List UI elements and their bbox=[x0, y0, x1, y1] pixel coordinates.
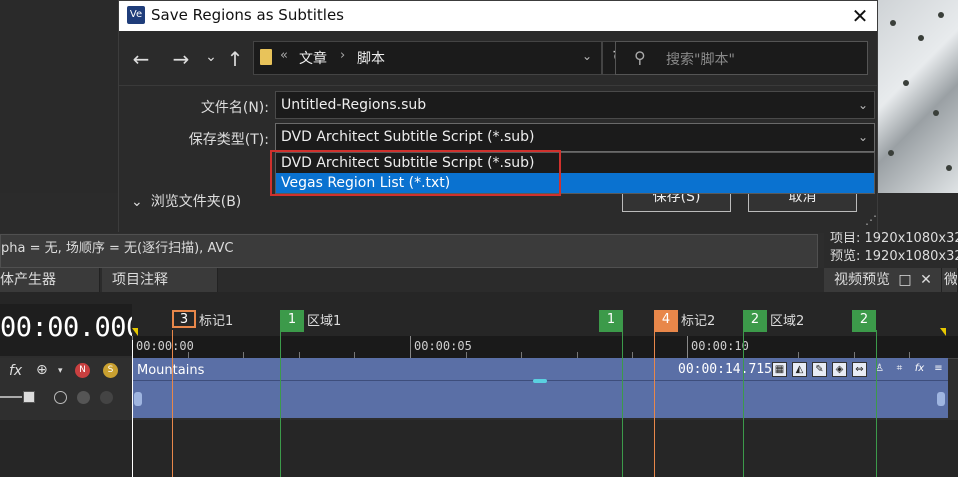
clip-crop-icon[interactable]: ⌗ bbox=[892, 362, 907, 377]
track-bypass-icon[interactable] bbox=[77, 391, 90, 404]
close-icon[interactable]: ✕ bbox=[843, 1, 877, 31]
preview-info: 预览: 1920x1080x32 bbox=[830, 249, 958, 264]
clip-fx-icon[interactable]: fx bbox=[912, 362, 927, 377]
loop-end-triangle[interactable] bbox=[940, 328, 946, 336]
clip-pan-crop-icon[interactable]: ▦ bbox=[772, 362, 787, 377]
track-solo-icon[interactable]: S bbox=[103, 363, 118, 378]
cursor-line[interactable] bbox=[132, 340, 133, 477]
filetype-value: DVD Architect Subtitle Script (*.sub) bbox=[281, 129, 535, 145]
vegas-app-icon: Ve bbox=[127, 6, 145, 24]
ruler-label-0: 00:00:00 bbox=[136, 339, 194, 353]
address-bar[interactable]: « 文章 › 脚本 ⌄ bbox=[253, 41, 602, 75]
clip-generator-icon[interactable]: ✎ bbox=[812, 362, 827, 377]
up-arrow-icon[interactable]: ↑ bbox=[223, 47, 247, 71]
region-2-end-line bbox=[876, 330, 877, 477]
marker-3-label: 标记1 bbox=[199, 314, 234, 329]
marker-4-number: 4 bbox=[661, 312, 671, 327]
breadcrumb-item-scripts[interactable]: 脚本 bbox=[357, 48, 385, 68]
breadcrumb-chevron-icon: › bbox=[340, 48, 346, 63]
clip-duration: 00:00:14.715 bbox=[678, 362, 772, 377]
ruler-label-10: 00:00:10 bbox=[691, 339, 749, 353]
track-header: fx ⊕ ▾ N S bbox=[0, 358, 132, 420]
breadcrumb-item-articles[interactable]: 文章 bbox=[299, 48, 327, 68]
filetype-select[interactable]: DVD Architect Subtitle Script (*.sub) ⌄ bbox=[275, 123, 875, 152]
track-slider-thumb[interactable] bbox=[23, 391, 35, 403]
filename-value: Untitled-Regions.sub bbox=[281, 97, 427, 113]
loop-start-triangle[interactable] bbox=[132, 328, 138, 336]
filetype-label: 保存类型(T): bbox=[188, 132, 269, 148]
preview-status: 项目: 1920x1080x32 预览: 1920x1080x32 bbox=[824, 230, 958, 268]
track-motion-blur-icon[interactable] bbox=[54, 391, 67, 404]
save-dialog: Ve Save Regions as Subtitles ✕ ← → ⌄ ↑ «… bbox=[118, 0, 878, 232]
highlight-annotation-box bbox=[270, 150, 561, 196]
track-dropdown-icon[interactable]: ▾ bbox=[58, 366, 63, 376]
region-1-label: 区域1 bbox=[307, 314, 342, 329]
search-placeholder: 搜索"脚本" bbox=[666, 52, 735, 68]
tab-restore-icon[interactable]: □ bbox=[896, 271, 914, 289]
region-2-number: 2 bbox=[750, 312, 760, 327]
marker-4-label: 标记2 bbox=[681, 314, 716, 329]
clip-fade-in-handle[interactable] bbox=[134, 392, 142, 406]
browse-folders-toggle[interactable]: ⌄ 浏览文件夹(B) bbox=[131, 191, 241, 211]
resize-grip-icon[interactable]: ⋰ bbox=[865, 213, 877, 227]
clip-sync-icon[interactable]: ⇔ bbox=[852, 362, 867, 377]
time-ruler[interactable]: 00:00:00 00:00:05 00:00:10 bbox=[132, 336, 958, 359]
track-composite-icon[interactable]: ⊕ bbox=[36, 362, 48, 378]
clip-fade-out-handle[interactable] bbox=[937, 392, 945, 406]
timecode-display: 00:00.000 bbox=[0, 312, 142, 343]
dialog-title-bar[interactable]: Ve Save Regions as Subtitles ✕ bbox=[119, 1, 877, 31]
breadcrumb-overflow[interactable]: « bbox=[280, 48, 288, 63]
clip-layers-icon[interactable]: ◈ bbox=[832, 362, 847, 377]
forward-arrow-icon[interactable]: → bbox=[169, 47, 193, 71]
filename-label: 文件名(N): bbox=[200, 100, 269, 116]
ruler-label-5: 00:00:05 bbox=[414, 339, 472, 353]
address-dropdown-icon[interactable]: ⌄ bbox=[582, 49, 592, 63]
filename-field[interactable]: Untitled-Regions.sub ⌄ bbox=[275, 91, 875, 119]
project-info: 项目: 1920x1080x32 bbox=[830, 231, 958, 246]
timeline-top-bar bbox=[0, 292, 958, 304]
track-mute-icon[interactable]: N bbox=[75, 363, 90, 378]
media-info-text: pha = 无, 场顺序 = 无(逐行扫描), AVC bbox=[0, 234, 818, 268]
region-2-label: 区域2 bbox=[770, 314, 805, 329]
chevron-down-icon: ⌄ bbox=[131, 194, 143, 210]
recent-locations-icon[interactable]: ⌄ bbox=[199, 45, 223, 69]
ruler-major-tick bbox=[410, 336, 411, 358]
region-2-end-number: 2 bbox=[859, 312, 869, 327]
tab-project-notes[interactable]: 项目注释 bbox=[102, 268, 218, 292]
filename-dropdown-icon[interactable]: ⌄ bbox=[858, 92, 868, 118]
filetype-dropdown-icon[interactable]: ⌄ bbox=[858, 124, 868, 150]
region-1-end-number: 1 bbox=[606, 312, 616, 327]
dialog-title: Save Regions as Subtitles bbox=[151, 6, 344, 24]
empty-track-area[interactable] bbox=[0, 420, 958, 477]
video-preview-image bbox=[878, 0, 958, 193]
clip-envelope-handle[interactable] bbox=[533, 379, 547, 383]
clip-stabilize-icon[interactable]: ♙ bbox=[872, 362, 887, 377]
marker-3-number: 3 bbox=[179, 312, 189, 327]
track-fx-icon[interactable]: fx bbox=[9, 363, 22, 379]
region-2-start-line bbox=[743, 330, 744, 477]
marker-3-line bbox=[172, 330, 173, 477]
folder-icon bbox=[260, 49, 272, 65]
window-tabs-row: 体产生器 项目注释 视频预览 □ ✕ 微 bbox=[0, 268, 958, 292]
tab-media-generators[interactable]: 体产生器 bbox=[0, 268, 100, 292]
clip-media-fx-icon[interactable]: ◭ bbox=[792, 362, 807, 377]
clip-menu-icon[interactable]: ≡ bbox=[931, 362, 946, 377]
clip-name: Mountains bbox=[137, 363, 205, 378]
tab-close-icon[interactable]: ✕ bbox=[917, 271, 935, 289]
marker-4-line bbox=[654, 330, 655, 477]
tab-extra[interactable]: 微 bbox=[942, 268, 958, 292]
track-level-slider[interactable] bbox=[0, 396, 22, 398]
back-arrow-icon[interactable]: ← bbox=[129, 47, 153, 71]
marker-bar[interactable] bbox=[132, 304, 958, 336]
track-record-icon[interactable] bbox=[100, 391, 113, 404]
region-1-number: 1 bbox=[287, 312, 297, 327]
search-icon: ⚲ bbox=[634, 48, 646, 67]
search-input[interactable]: ⚲ 搜索"脚本" bbox=[615, 41, 868, 75]
browse-folders-label: 浏览文件夹(B) bbox=[150, 194, 242, 210]
video-preview-label: 视频预览 bbox=[834, 272, 890, 288]
region-1-end-line bbox=[622, 330, 623, 477]
ruler-major-tick bbox=[687, 336, 688, 358]
region-1-start-line bbox=[280, 330, 281, 477]
